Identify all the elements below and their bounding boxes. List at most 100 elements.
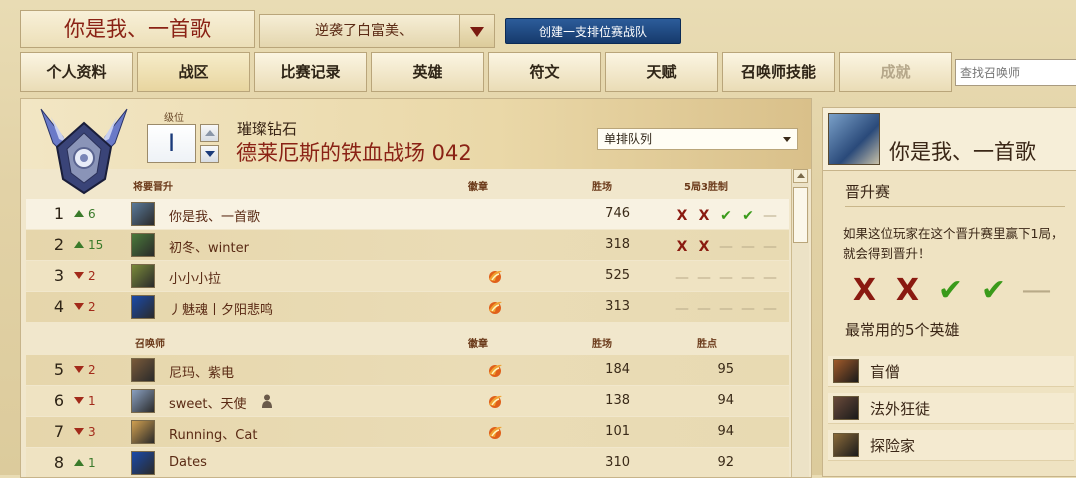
win-mark-icon: ✔ (742, 208, 754, 224)
summoner-side-panel: 你是我、一首歌 晋升赛 如果这位玩家在这个晋升赛里赢下1局，就会得到晋升！ XX… (822, 107, 1076, 477)
wins-value: 318 (605, 237, 630, 252)
arrow-up-icon (74, 459, 84, 466)
table-row[interactable]: 1 6 你是我、一首歌 746 X X ✔ ✔ — (26, 199, 789, 229)
summoner-name[interactable]: 尼玛、紫电 (169, 362, 234, 381)
rank-change-value: 1 (88, 456, 96, 470)
avatar (131, 264, 155, 288)
tab-league[interactable]: 战区 (137, 52, 250, 92)
league-header: 级位 I 璀璨钻石 德莱厄斯的铁血战场 042 单排队列 (21, 99, 811, 195)
champion-row[interactable]: 探险家 (828, 430, 1074, 461)
wins-value: 184 (605, 362, 630, 377)
arrow-up-icon (74, 210, 84, 217)
summoner-name[interactable]: sweet、天使 (169, 393, 247, 412)
loss-mark-icon: X (676, 239, 688, 255)
points-value: 95 (717, 362, 734, 377)
wins-value: 746 (605, 206, 630, 221)
scrollbar[interactable] (791, 169, 809, 477)
team-dropdown-value: 逆袭了白富美、 (315, 23, 413, 39)
table-row[interactable]: 7 3 Running、Cat 101 94 (26, 417, 789, 447)
champion-row[interactable]: 法外狂徒 (828, 393, 1074, 424)
summoner-name[interactable]: Running、Cat (169, 424, 257, 443)
rank-number: 3 (53, 266, 65, 285)
rank-number: 4 (53, 297, 65, 316)
promo-section-header: 将要晋升 (133, 182, 173, 193)
win-mark-icon: ✔ (720, 208, 732, 224)
pending-mark-icon: — (719, 301, 733, 317)
arrow-down-icon (74, 397, 84, 404)
table-row[interactable]: 5 2 尼玛、紫电 184 95 (26, 355, 789, 385)
arrow-down-icon (74, 428, 84, 435)
hot-streak-badge-icon (489, 270, 502, 283)
level-up-button[interactable] (200, 124, 219, 142)
table-row[interactable]: 6 1 sweet、天使 138 94 (26, 386, 789, 416)
rank-number: 7 (53, 422, 65, 441)
avatar (131, 202, 155, 226)
champion-name: 法外狂徒 (870, 400, 931, 418)
pending-mark-icon: — (675, 270, 689, 286)
rank-change: 15 (74, 238, 103, 252)
points-value: 94 (717, 424, 734, 439)
league-panel: 级位 I 璀璨钻石 德莱厄斯的铁血战场 042 单排队列 将要晋升 徽章 胜场 … (20, 98, 812, 478)
series-marks: — — — — — (671, 298, 781, 318)
champion-avatar (833, 359, 859, 383)
table-row[interactable]: 2 15 初冬、winter 318 X X — — — (26, 230, 789, 260)
points-value: 92 (717, 455, 734, 470)
create-team-button[interactable]: 创建一支排位赛战队 (505, 18, 681, 44)
hot-streak-badge-icon (489, 395, 502, 408)
level-value: I (147, 124, 196, 163)
loss-mark-icon: X (698, 239, 710, 255)
series-marks: — — — — — (671, 267, 781, 287)
search-input[interactable] (955, 59, 1076, 86)
tab-achievements: 成就 (839, 52, 952, 92)
champion-avatar (833, 396, 859, 420)
chevron-down-icon[interactable] (459, 15, 494, 47)
pending-mark-icon: — (741, 301, 755, 317)
champion-name: 探险家 (870, 437, 916, 455)
promo-description: 如果这位玩家在这个晋升赛里赢下1局，就会得到晋升！ (843, 226, 1064, 261)
scroll-up-button[interactable] (793, 169, 808, 183)
level-label: 级位 (164, 113, 184, 124)
tab-match-history[interactable]: 比赛记录 (254, 52, 367, 92)
summoner-name[interactable]: 小小小拉 (169, 268, 221, 287)
rank-number: 6 (53, 391, 65, 410)
rank-number: 1 (53, 204, 65, 223)
pending-mark-icon: — (719, 239, 733, 255)
avatar (828, 113, 880, 165)
rank-change-value: 1 (88, 394, 96, 408)
table-row[interactable]: 3 2 小小小拉 525 — — — — — (26, 261, 789, 291)
summoner-name[interactable]: 初冬、winter (169, 237, 249, 256)
side-header: 你是我、一首歌 (823, 108, 1076, 171)
wins-value: 525 (605, 268, 630, 283)
rank-change-value: 2 (88, 363, 96, 377)
hot-streak-badge-icon (489, 426, 502, 439)
summoner-name[interactable]: 丿魅魂丨夕阳悲鸣 (169, 299, 273, 318)
series-marks: X X — — — (671, 236, 781, 256)
pending-mark-icon: — (741, 270, 755, 286)
rank-change: 3 (74, 425, 96, 439)
table-row[interactable]: 4 2 丿魅魂丨夕阳悲鸣 313 — — — — — (26, 292, 789, 322)
promo-title: 晋升赛 (845, 183, 891, 201)
tab-champions[interactable]: 英雄 (371, 52, 484, 92)
rank-change: 1 (74, 456, 96, 470)
tab-runes[interactable]: 符文 (488, 52, 601, 92)
wins-column-header-2: 胜场 (592, 339, 612, 350)
tab-masteries[interactable]: 天赋 (605, 52, 718, 92)
summoner-title: 你是我、一首歌 (20, 10, 255, 48)
avatar (131, 420, 155, 444)
badge-column-header: 徽章 (468, 182, 488, 193)
queue-dropdown[interactable]: 单排队列 (597, 128, 798, 150)
summoner-name[interactable]: Dates (169, 455, 207, 470)
scroll-thumb[interactable] (793, 187, 808, 243)
summoner-name[interactable]: 你是我、一首歌 (169, 206, 260, 225)
table-row[interactable]: 8 1 Dates 310 92 (26, 448, 789, 477)
tab-summoner-spells[interactable]: 召唤师技能 (722, 52, 835, 92)
avatar (131, 389, 155, 413)
champion-row[interactable]: 盲僧 (828, 356, 1074, 387)
avatar (131, 358, 155, 382)
side-series-marks: X X ✔ ✔ — (843, 273, 1058, 309)
top-champions-title: 最常用的5个英雄 (845, 321, 960, 339)
team-dropdown[interactable]: 逆袭了白富美、 (259, 14, 495, 48)
pending-mark-icon: — (697, 301, 711, 317)
level-down-button[interactable] (200, 145, 219, 163)
tab-profile[interactable]: 个人资料 (20, 52, 133, 92)
